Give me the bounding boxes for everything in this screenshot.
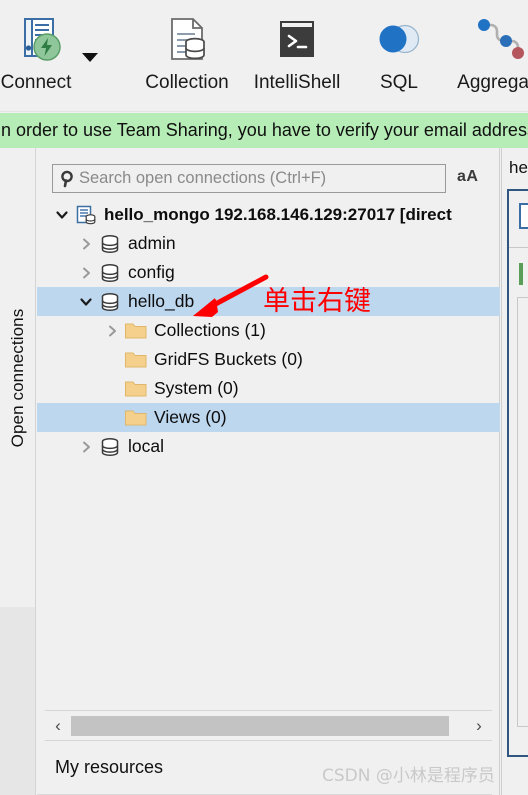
intellishell-icon [273, 8, 321, 70]
tree-row-label: admin [128, 233, 176, 253]
tree-row[interactable]: Views (0) [37, 403, 500, 432]
ribbon-button-intellishell[interactable]: IntelliShell [243, 8, 351, 104]
connections-panel: Search open connections (Ctrl+F) aA hell… [37, 148, 500, 795]
search-row: Search open connections (Ctrl+F) aA [37, 160, 500, 200]
chevron-down-icon[interactable] [82, 53, 98, 62]
tree-row[interactable]: hello_db [37, 287, 500, 316]
tree-row[interactable]: System (0) [37, 374, 500, 403]
folder-icon [123, 321, 149, 341]
aggregate-icon [471, 8, 528, 70]
open-connections-strip-lower [0, 607, 36, 795]
tree-row-label: hello_db [128, 291, 195, 311]
collection-icon [162, 8, 212, 70]
my-resources-label: My resources [55, 757, 164, 777]
tree-row-label: Views (0) [154, 407, 227, 427]
tree-row[interactable]: admin [37, 229, 500, 258]
database-icon [97, 436, 123, 458]
chevron-right-icon[interactable] [75, 229, 97, 258]
ribbon-button-collection[interactable]: Collection [133, 8, 241, 104]
right-panel-input[interactable] [519, 203, 528, 229]
tree-row-label: hello_mongo 192.168.146.129:27017 [direc… [104, 204, 452, 224]
watermark: CSDN @小林是程序员 [322, 766, 495, 786]
mongodb-compass-window: Connect Collection IntelliShell SQL Aggr… [0, 0, 528, 795]
right-panel-separator [509, 247, 528, 248]
database-icon [97, 233, 123, 255]
chevron-down-icon[interactable] [51, 200, 73, 229]
folder-icon [123, 408, 149, 428]
search-placeholder: Search open connections (Ctrl+F) [79, 169, 327, 187]
ribbon-button-aggregate[interactable]: Aggregate [447, 8, 528, 104]
tree-row[interactable]: GridFS Buckets (0) [37, 345, 500, 374]
tree-row[interactable]: local [37, 432, 500, 461]
chevron-right-icon[interactable] [75, 432, 97, 461]
right-panel-status-bar [519, 263, 523, 285]
match-case-button[interactable]: aA [457, 168, 478, 186]
scroll-right-arrow[interactable]: › [466, 712, 492, 740]
tree-row-label: System (0) [154, 378, 239, 398]
search-icon [60, 170, 77, 188]
right-detail-panel: he [501, 148, 528, 795]
ribbon-toolbar: Connect Collection IntelliShell SQL Aggr… [0, 0, 528, 112]
open-connections-label: Open connections [7, 308, 27, 447]
tree-row-label: local [128, 436, 164, 456]
ribbon-button-connect[interactable]: Connect [0, 8, 90, 104]
folder-icon [123, 350, 149, 370]
chevron-down-icon[interactable] [75, 287, 97, 316]
ribbon-button-sql[interactable]: SQL [345, 8, 453, 104]
connect-icon [10, 8, 62, 70]
scroll-left-arrow[interactable]: ‹ [45, 712, 71, 740]
open-connections-strip[interactable]: Open connections [0, 148, 36, 607]
main-body: Open connections Search open connections… [0, 148, 528, 795]
team-sharing-banner: In order to use Team Sharing, you have t… [0, 113, 528, 148]
search-input[interactable]: Search open connections (Ctrl+F) [52, 164, 446, 193]
ribbon-label-sql: SQL [379, 72, 419, 93]
folder-icon [123, 379, 149, 399]
scrollbar-track[interactable] [71, 715, 466, 736]
scrollbar-thumb[interactable] [71, 715, 449, 736]
ribbon-label-aggregate: Aggregate [457, 72, 528, 93]
tree-row[interactable]: Collections (1) [37, 316, 500, 345]
chevron-right-icon[interactable] [101, 316, 123, 345]
tree-row[interactable]: hello_mongo 192.168.146.129:27017 [direc… [37, 200, 500, 229]
right-panel-frame [507, 189, 528, 757]
database-icon [97, 291, 123, 313]
tree-row[interactable]: config [37, 258, 500, 287]
tree-row-label: GridFS Buckets (0) [154, 349, 303, 369]
tree-row-label: Collections (1) [154, 320, 266, 340]
sql-icon [373, 8, 425, 70]
database-icon [97, 262, 123, 284]
horizontal-scrollbar[interactable]: ‹ › [45, 710, 492, 740]
chevron-right-icon[interactable] [75, 258, 97, 287]
ribbon-label-connect: Connect [0, 72, 72, 93]
server-icon [73, 204, 99, 226]
ribbon-label-collection: Collection [145, 72, 229, 93]
tree-row-label: config [128, 262, 175, 282]
banner-message: In order to use Team Sharing, you have t… [0, 120, 528, 140]
ribbon-label-intellishell: IntelliShell [253, 72, 341, 93]
right-panel-tab[interactable]: he [509, 158, 528, 178]
connections-tree: hello_mongo 192.168.146.129:27017 [direc… [37, 200, 500, 710]
right-panel-card [517, 297, 528, 727]
